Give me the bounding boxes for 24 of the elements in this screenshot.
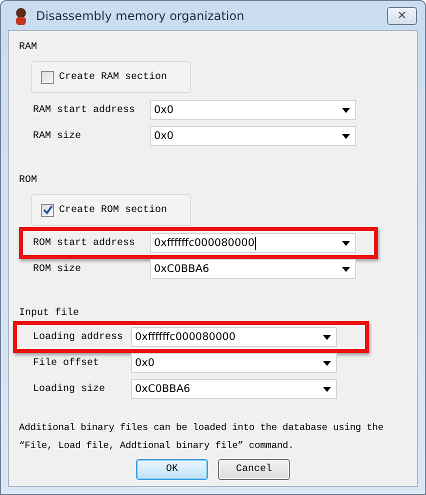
combo-box[interactable]: 0x0 [131,353,337,373]
checkbox-label: Create ROM section [59,204,168,216]
combo-box[interactable]: 0x0 [150,126,356,146]
combo-box[interactable]: 0xC0BBA6 [131,379,337,399]
checkbox-label: Create RAM section [59,72,168,82]
field-label: File offset [33,358,100,368]
dialog-button[interactable]: OK [136,459,208,480]
combo-box[interactable]: 0x0 [150,100,356,120]
note-text: Additional binary files can be loaded into the database using the “File, Load file, Addtional binary file” command. [19,421,384,453]
field-label: ROM start address [33,238,136,248]
close-button[interactable]: ✕ [387,6,417,24]
combo-box[interactable]: 0xffffffc000080000 [150,233,356,253]
section-title: ROM [19,174,38,188]
field-label: ROM size [33,264,82,274]
window-title: Disassembly memory organization [36,8,246,22]
section-title: RAM [19,41,38,55]
field-label: RAM size [33,130,82,142]
combo-box[interactable]: 0xffffffc000080000 [131,327,337,347]
section-title: Input file [19,307,80,321]
combo-box[interactable]: 0xC0BBA6 [150,259,356,279]
field-label: Loading size [33,384,106,394]
field-label: Loading address [33,332,124,342]
field-label: RAM start address [33,104,136,116]
dialog-button[interactable]: Cancel [218,459,290,480]
